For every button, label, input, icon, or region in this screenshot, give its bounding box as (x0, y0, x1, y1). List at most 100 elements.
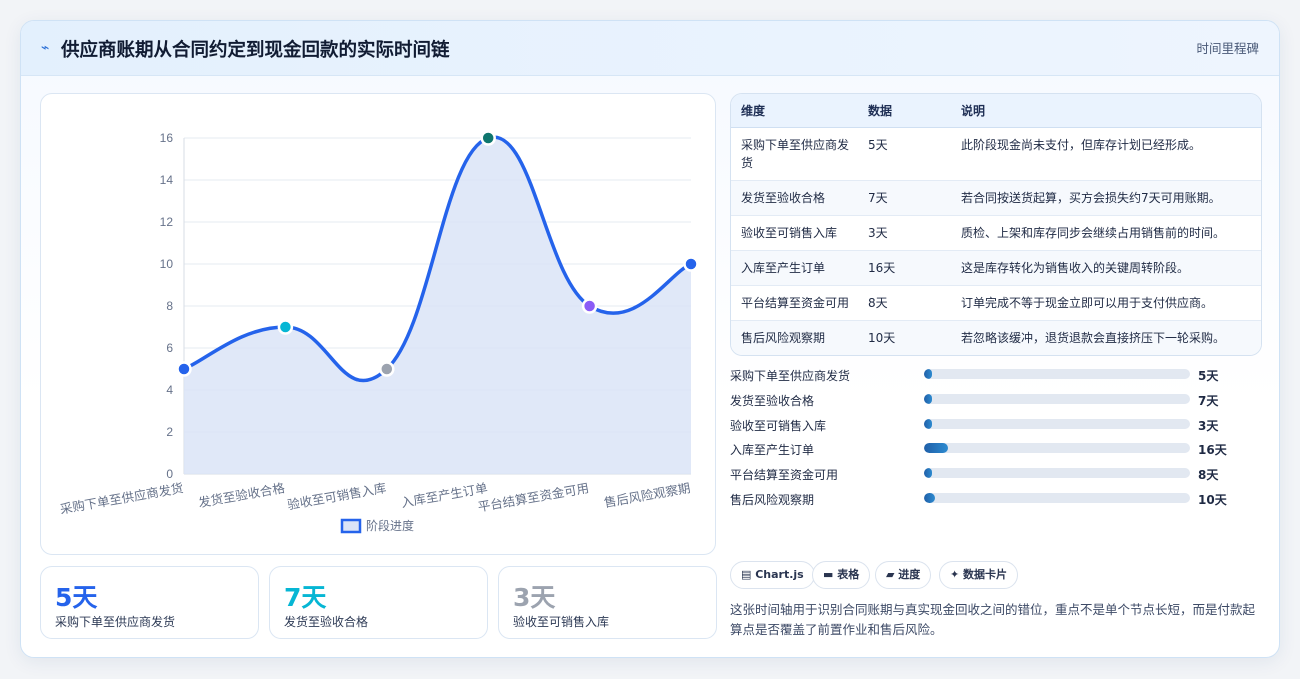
x-tick-label: 发货至验收合格 (197, 480, 286, 510)
table-cell: 售后风险观察期 (731, 320, 858, 355)
table-row: 验收至可销售入库 3天 质检、上架和库存同步会继续占用销售前的时间。 (731, 215, 1261, 251)
x-tick-label: 售后风险观察期 (603, 480, 692, 510)
table-cell: 订单完成不等于现金立即可以用于支付供应商。 (951, 285, 1261, 321)
progress-label: 验收至可销售入库 (730, 418, 827, 433)
table-row: 入库至产生订单 16天 这是库存转化为销售收入的关键周转阶段。 (731, 250, 1261, 286)
progress-fill (924, 418, 932, 429)
table-cell: 若忽略该缓冲，退货退款会直接挤压下一轮采购。 (951, 320, 1261, 355)
progress-row: 售后风险观察期 10天 (730, 488, 1262, 513)
footnote: 这张时间轴用于识别合同账期与真实现金回收之间的错位，重点不是单个节点长短，而是付… (730, 602, 1256, 637)
table-cell: 8天 (858, 285, 951, 321)
progress-fill (924, 443, 948, 454)
progress-track (924, 468, 1190, 479)
stat-value: 3天 (513, 583, 556, 612)
area-chart: 0 2 4 6 8 10 12 14 16 采购下单至供应商发货 发货至验收合格 验收至可销售入库 入库… (59, 130, 699, 534)
data-point (683, 256, 699, 272)
stat-value: 7天 (284, 583, 327, 612)
data-point (480, 130, 496, 146)
y-tick-label: 0 (166, 467, 173, 481)
y-tick-label: 8 (166, 299, 173, 313)
data-point (176, 361, 192, 377)
y-tick-label: 10 (160, 257, 174, 271)
table-cell: 这是库存转化为销售收入的关键周转阶段。 (951, 250, 1261, 286)
data-point (379, 361, 395, 377)
progress-label: 采购下单至供应商发货 (730, 369, 851, 383)
page-title: 供应商账期从合同约定到现金回款的实际时间链 (61, 40, 450, 61)
y-tick-label: 6 (166, 341, 173, 355)
table-header-row: 维度 数据 说明 (731, 94, 1261, 128)
table-cell: 3天 (858, 215, 951, 251)
table-cell: 质检、上架和库存同步会继续占用销售前的时间。 (951, 215, 1261, 251)
progress-row: 发货至验收合格 7天 (730, 389, 1262, 414)
progress-track (924, 443, 1190, 454)
data-point (581, 298, 598, 314)
stat-label: 验收至可销售入库 (513, 615, 610, 629)
table-cell: 10天 (858, 320, 951, 355)
table-cell: 入库至产生订单 (731, 250, 858, 286)
y-tick-label: 12 (160, 215, 174, 229)
y-tick-label: 4 (166, 383, 173, 397)
progress-list: 采购下单至供应商发货 5天 发货至验收合格 7天 验收至可销售入库 3天 入库至… (730, 364, 1262, 513)
data-point (277, 319, 294, 335)
progress-value: 8天 (1198, 468, 1219, 483)
y-tick-label: 14 (160, 173, 174, 187)
column-header: 维度 (731, 94, 858, 128)
table-cell: 5天 (858, 127, 951, 181)
progress-value: 16天 (1198, 443, 1227, 458)
progress-value: 5天 (1198, 369, 1219, 383)
progress-value: 10天 (1198, 492, 1227, 507)
chart-panel: 0 2 4 6 8 10 12 14 16 采购下单至供应商发货 发货至验收合格 验收至可销售入库 入库… (40, 93, 716, 555)
progress-track (924, 418, 1190, 429)
progress-fill (924, 393, 932, 404)
chip-progress[interactable]: ▰ 进度 (875, 561, 932, 589)
table-cell: 若合同按送货起算，买方会损失约7天可用账期。 (951, 180, 1261, 216)
progress-value: 7天 (1198, 393, 1219, 408)
progress-track (924, 492, 1190, 503)
y-tick-label: 16 (160, 131, 174, 145)
progress-track (924, 369, 1190, 379)
column-header: 数据 (858, 94, 951, 128)
progress-row: 入库至产生订单 16天 (730, 438, 1262, 463)
card-header: ⌁ 供应商账期从合同约定到现金回款的实际时间链 时间里程碑 (21, 21, 1279, 76)
progress-label: 售后风险观察期 (730, 492, 815, 507)
progress-label: 发货至验收合格 (730, 393, 815, 408)
x-tick-label: 平台结算至资金可用 (477, 480, 590, 514)
table-row: 发货至验收合格 7天 若合同按送货起算，买方会损失约7天可用账期。 (731, 180, 1261, 216)
table-row: 售后风险观察期 10天 若忽略该缓冲，退货退款会直接挤压下一轮采购。 (731, 320, 1261, 355)
table-cell: 平台结算至资金可用 (731, 285, 858, 321)
table-cell: 此阶段现金尚未支付，但库存计划已经形成。 (951, 127, 1261, 181)
stat-value: 5天 (55, 583, 98, 612)
table-cell: 16天 (858, 250, 951, 286)
stat-label: 采购下单至供应商发货 (55, 615, 176, 629)
table-row: 平台结算至资金可用 8天 订单完成不等于现金立即可以用于支付供应商。 (731, 285, 1261, 321)
progress-fill (924, 468, 932, 479)
table-cell: 验收至可销售入库 (731, 215, 858, 251)
stat-card: 7天 发货至验收合格 (269, 566, 488, 639)
x-tick-label: 采购下单至供应商发货 (59, 480, 185, 516)
progress-label: 平台结算至资金可用 (730, 468, 839, 483)
chip-table[interactable]: ▬ 表格 (812, 561, 871, 589)
header-tag: 时间里程碑 (1196, 41, 1259, 56)
progress-track (924, 393, 1190, 404)
stat-label: 发货至验收合格 (284, 615, 369, 629)
stat-card: 5天 采购下单至供应商发货 (40, 566, 259, 639)
legend-label: 阶段进度 (366, 518, 414, 533)
chip-chartjs[interactable]: ▤ Chart.js (730, 561, 815, 589)
data-table: 维度 数据 说明 采购下单至供应商发货 5天 此阶段现金尚未支付，但库存计划已经… (730, 93, 1262, 356)
progress-fill (924, 492, 935, 503)
column-header: 说明 (951, 94, 1261, 128)
table-cell: 7天 (858, 180, 951, 216)
x-tick-label: 入库至产生订单 (400, 480, 489, 510)
progress-fill (924, 369, 932, 379)
y-tick-label: 2 (166, 425, 173, 439)
lightning-icon: ⌁ (41, 40, 50, 56)
table-cell: 采购下单至供应商发货 (731, 127, 858, 181)
progress-row: 验收至可销售入库 3天 (730, 414, 1262, 439)
legend-swatch (340, 518, 362, 534)
chip-data-cards[interactable]: ✦ 数据卡片 (939, 561, 1019, 589)
progress-row: 平台结算至资金可用 8天 (730, 463, 1262, 488)
progress-value: 3天 (1198, 418, 1219, 433)
stat-card: 3天 验收至可销售入库 (498, 566, 717, 639)
progress-label: 入库至产生订单 (730, 443, 815, 458)
table-cell: 发货至验收合格 (731, 180, 858, 216)
